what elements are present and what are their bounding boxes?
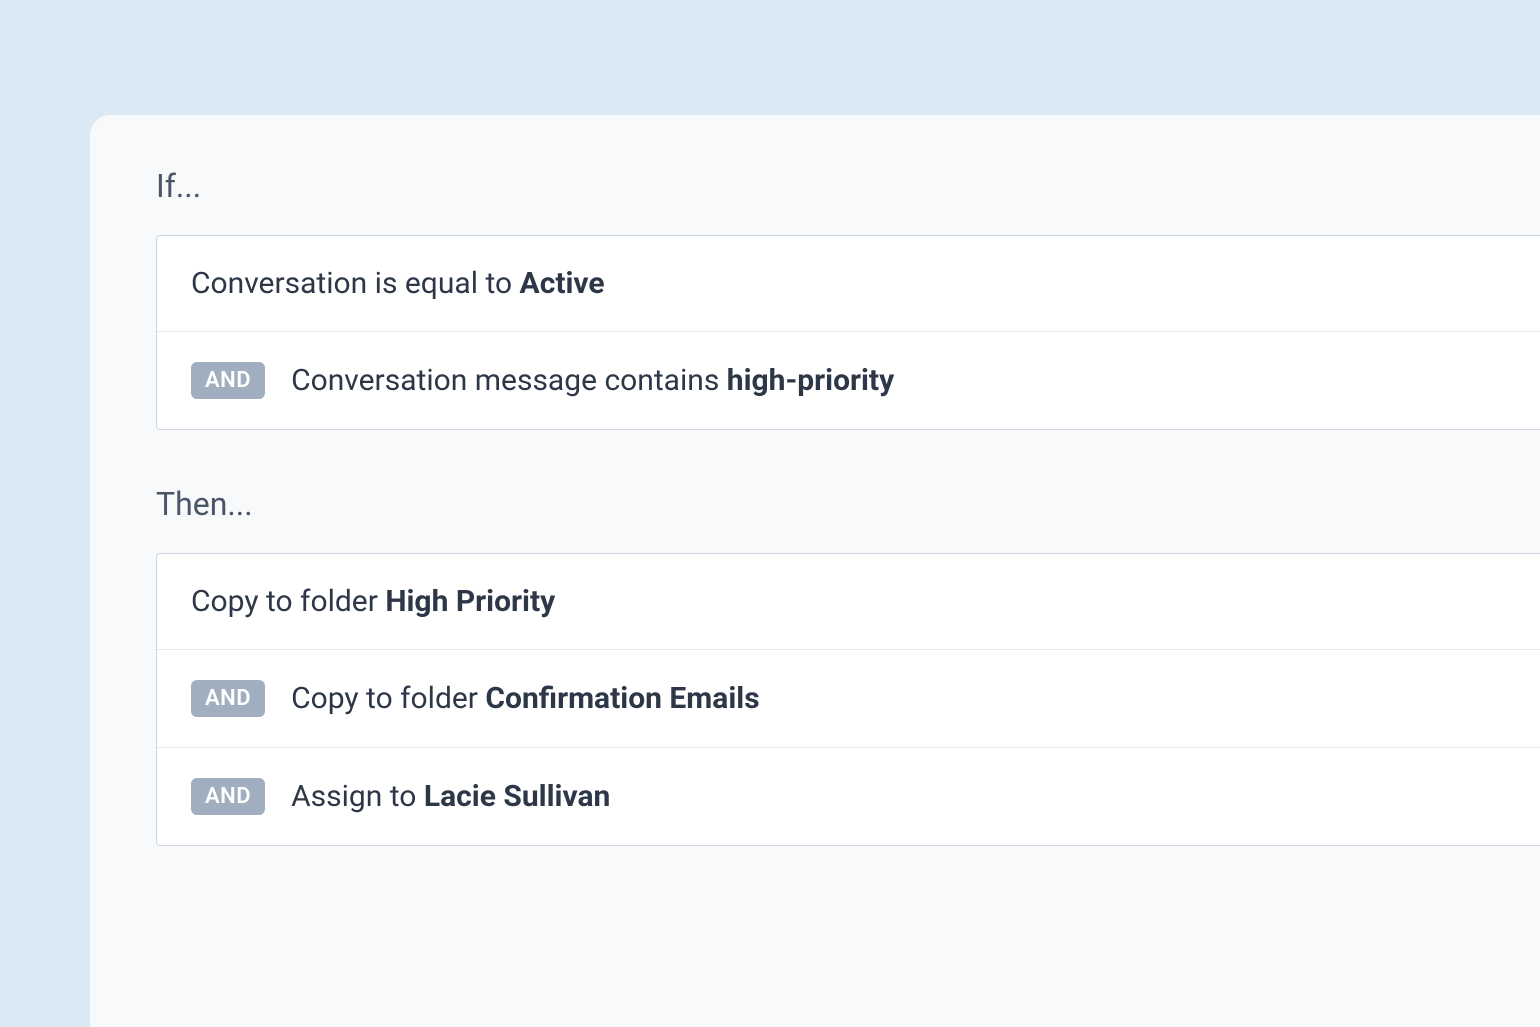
then-actions-box: Copy to folder High Priority AND Copy to… bbox=[156, 553, 1540, 846]
and-operator-badge: AND bbox=[191, 778, 265, 815]
and-operator-badge: AND bbox=[191, 362, 265, 399]
action-row[interactable]: AND Assign to Lacie Sullivan bbox=[157, 748, 1540, 845]
condition-text: Conversation message contains high-prior… bbox=[291, 363, 894, 398]
action-text: Assign to Lacie Sullivan bbox=[291, 779, 610, 814]
action-row[interactable]: AND Copy to folder Confirmation Emails bbox=[157, 650, 1540, 748]
action-text: Copy to folder High Priority bbox=[191, 584, 555, 619]
then-section-label: Then... bbox=[156, 485, 1540, 523]
condition-row[interactable]: Conversation is equal to Active bbox=[157, 236, 1540, 332]
and-operator-badge: AND bbox=[191, 680, 265, 717]
if-conditions-box: Conversation is equal to Active AND Conv… bbox=[156, 235, 1540, 430]
condition-text: Conversation is equal to Active bbox=[191, 266, 605, 301]
action-row[interactable]: Copy to folder High Priority bbox=[157, 554, 1540, 650]
if-section-label: If... bbox=[156, 167, 1540, 205]
workflow-card: If... Conversation is equal to Active AN… bbox=[90, 115, 1540, 1027]
condition-row[interactable]: AND Conversation message contains high-p… bbox=[157, 332, 1540, 429]
action-text: Copy to folder Confirmation Emails bbox=[291, 681, 760, 716]
